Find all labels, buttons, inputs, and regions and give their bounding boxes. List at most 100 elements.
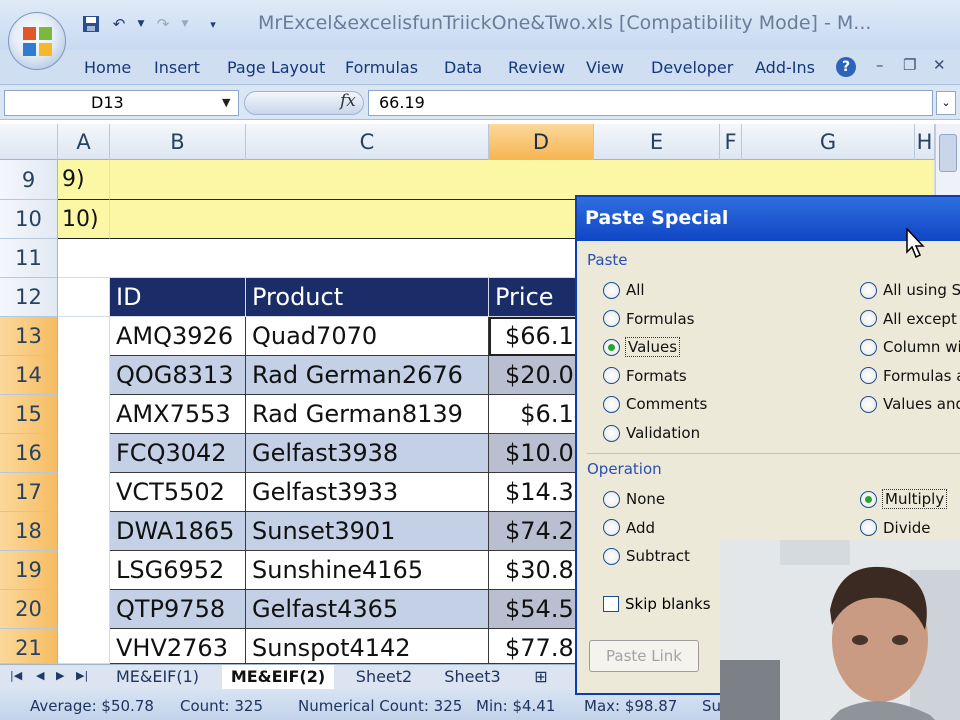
row-header-9[interactable]: 9 (0, 160, 58, 200)
note-cell-a9[interactable]: 9) (58, 160, 110, 200)
radio-all-using-so[interactable]: All using So (860, 281, 960, 299)
col-header-f[interactable]: F (720, 124, 742, 160)
row-header-16[interactable]: 16 (0, 434, 58, 473)
radio-formulas-a[interactable]: Formulas a (860, 367, 960, 385)
radio-add[interactable]: Add (603, 519, 655, 537)
radio-validation[interactable]: Validation (603, 424, 700, 442)
row-header-21[interactable]: 21 (0, 629, 58, 664)
table-cell-id[interactable]: VCT5502 (110, 473, 246, 512)
table-cell-product[interactable]: Rad German8139 (246, 395, 489, 434)
radio-values[interactable]: Values (603, 337, 681, 358)
radio-all[interactable]: All (603, 281, 645, 299)
radio-column-wid[interactable]: Column wid (860, 338, 960, 356)
column-a-blank[interactable] (58, 317, 110, 664)
radio-formats[interactable]: Formats (603, 367, 687, 385)
tab-page-layout[interactable]: Page Layout (227, 58, 325, 77)
save-icon[interactable] (80, 13, 102, 35)
last-sheet-icon[interactable]: ▶| (76, 669, 88, 682)
sheet-tab-me-eif-1[interactable]: ME&EIF(1) (100, 665, 215, 689)
tab-home[interactable]: Home (84, 58, 131, 77)
tab-view[interactable]: View (586, 58, 624, 77)
table-cell-product[interactable]: Rad German2676 (246, 356, 489, 395)
radio-button[interactable] (603, 281, 620, 299)
radio-button[interactable] (603, 395, 620, 413)
radio-multiply[interactable]: Multiply (860, 489, 948, 509)
sheet-tab-sheet3[interactable]: Sheet3 (430, 665, 515, 689)
table-cell-id[interactable]: FCQ3042 (110, 434, 246, 473)
table-cell-id[interactable]: LSG6952 (110, 551, 246, 590)
table-cell-id[interactable]: AMX7553 (110, 395, 246, 434)
table-cell-id[interactable]: AMQ3926 (110, 317, 246, 356)
row-header-13[interactable]: 13 (0, 317, 58, 356)
skip-blanks-checkbox[interactable]: Skip blanks (603, 595, 711, 613)
table-cell-id[interactable]: VHV2763 (110, 629, 246, 664)
row-header-20[interactable]: 20 (0, 590, 58, 629)
row-header-18[interactable]: 18 (0, 512, 58, 551)
close-icon[interactable]: ✕ (933, 56, 946, 74)
radio-button[interactable] (603, 547, 620, 565)
select-all-corner[interactable] (0, 124, 58, 160)
scrollbar-thumb[interactable] (939, 134, 957, 172)
note-cell-b9[interactable] (110, 160, 935, 200)
row-header-12[interactable]: 12 (0, 278, 58, 317)
tab-insert[interactable]: Insert (154, 58, 200, 77)
radio-button[interactable] (860, 310, 877, 328)
col-header-d[interactable]: D (489, 124, 594, 160)
table-cell-id[interactable]: DWA1865 (110, 512, 246, 551)
table-cell-product[interactable]: Quad7070 (246, 317, 489, 356)
table-cell-product[interactable]: Sunspot4142 (246, 629, 489, 664)
radio-button[interactable] (860, 367, 877, 385)
note-cell-a10[interactable]: 10) (58, 200, 110, 239)
radio-button[interactable] (860, 395, 877, 413)
customize-toolbar-icon[interactable]: ▾ (206, 13, 220, 35)
radio-subtract[interactable]: Subtract (603, 547, 690, 565)
table-cell-product[interactable]: Gelfast3938 (246, 434, 489, 473)
col-header-b[interactable]: B (110, 124, 246, 160)
table-cell-id[interactable]: QOG8313 (110, 356, 246, 395)
tab-data[interactable]: Data (444, 58, 482, 77)
insert-sheet-icon[interactable]: ⊞ (525, 665, 557, 689)
radio-none[interactable]: None (603, 490, 665, 508)
table-cell-product[interactable]: Gelfast4365 (246, 590, 489, 629)
office-button[interactable] (8, 12, 66, 70)
table-header-id[interactable]: ID (110, 278, 246, 317)
col-header-a[interactable]: A (58, 124, 110, 160)
sheet-tab-me-eif-2[interactable]: ME&EIF(2) (222, 665, 334, 689)
prev-sheet-icon[interactable]: ◀ (36, 669, 44, 682)
cell-a12[interactable] (58, 278, 110, 317)
expand-formula-bar-icon[interactable]: ⌄ (936, 91, 956, 115)
table-cell-product[interactable]: Gelfast3933 (246, 473, 489, 512)
formula-input[interactable]: 66.19 (368, 90, 933, 116)
undo-icon[interactable]: ↶ (108, 13, 130, 35)
row-header-14[interactable]: 14 (0, 356, 58, 395)
insert-function-icon[interactable]: fx (340, 91, 356, 111)
undo-dropdown-icon[interactable]: ▼ (136, 13, 146, 35)
radio-button[interactable] (603, 424, 620, 442)
row-header-11[interactable]: 11 (0, 239, 58, 278)
radio-divide[interactable]: Divide (860, 519, 931, 537)
name-box[interactable]: D13 (4, 90, 239, 116)
tab-review[interactable]: Review (508, 58, 565, 77)
table-header-product[interactable]: Product (246, 278, 489, 317)
restore-icon[interactable]: ❐ (903, 56, 916, 74)
col-header-c[interactable]: C (246, 124, 489, 160)
tab-add-ins[interactable]: Add-Ins (755, 58, 815, 77)
col-header-h[interactable]: H (915, 124, 935, 160)
row-header-17[interactable]: 17 (0, 473, 58, 512)
tab-developer[interactable]: Developer (651, 58, 733, 77)
radio-button[interactable] (860, 281, 877, 299)
radio-all-except-b[interactable]: All except b (860, 310, 960, 328)
dialog-title[interactable]: Paste Special (577, 197, 960, 241)
redo-dropdown-icon[interactable]: ▼ (180, 13, 190, 35)
row-header-15[interactable]: 15 (0, 395, 58, 434)
minimize-icon[interactable]: – (876, 56, 884, 74)
table-cell-product[interactable]: Sunset3901 (246, 512, 489, 551)
checkbox-box[interactable] (603, 596, 619, 612)
radio-values-and[interactable]: Values and (860, 395, 960, 413)
name-box-dropdown-icon[interactable]: ▼ (222, 90, 230, 116)
radio-button[interactable] (860, 338, 877, 356)
radio-comments[interactable]: Comments (603, 395, 707, 413)
table-cell-product[interactable]: Sunshine4165 (246, 551, 489, 590)
next-sheet-icon[interactable]: ▶ (56, 669, 64, 682)
redo-icon[interactable]: ↷ (152, 13, 174, 35)
